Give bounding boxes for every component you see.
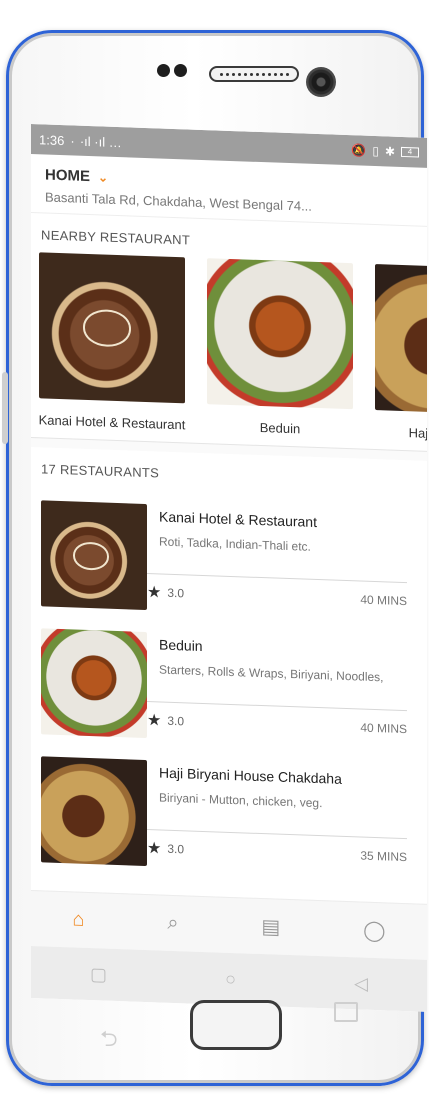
restaurant-row[interactable]: Haji Biryani House Chakdaha Biriyani - M…	[31, 742, 427, 884]
restaurant-name[interactable]: Kanai Hotel & Restaurant	[159, 508, 417, 533]
earpiece-speaker	[209, 66, 299, 82]
hardware-home-button[interactable]	[190, 1000, 282, 1050]
restaurant-row[interactable]: Kanai Hotel & Restaurant Roti, Tadka, In…	[31, 486, 427, 628]
delivery-time: 40 MINS	[360, 592, 407, 609]
sensor-dot	[174, 64, 187, 77]
star-icon: ★	[147, 712, 162, 730]
restaurant-image[interactable]	[41, 756, 147, 867]
hardware-back-icon[interactable]: ⮌	[100, 1022, 118, 1060]
nearby-name: Haji Biryani H	[408, 425, 427, 443]
restaurant-rating: 3.0	[167, 585, 185, 601]
restaurant-image[interactable]	[375, 264, 427, 416]
restaurant-name[interactable]: Haji Biryani House Chakdaha	[159, 764, 417, 789]
restaurant-rating: 3.0	[167, 841, 185, 857]
restaurant-name[interactable]: Beduin	[159, 636, 417, 661]
nearby-name: Kanai Hotel & Restaurant	[38, 412, 186, 433]
restaurant-cuisine: Biriyani - Mutton, chicken, veg.	[159, 790, 323, 811]
nearby-carousel[interactable]: Kanai Hotel & Restaurant Beduin Haji Bir…	[31, 252, 427, 444]
restaurant-cuisine: Starters, Rolls & Wraps, Biriyani, Noodl…	[159, 662, 384, 685]
vibrate-icon: ▯	[372, 143, 379, 159]
nearby-card[interactable]: Beduin	[205, 258, 355, 438]
restaurant-image[interactable]	[39, 252, 185, 404]
location-title[interactable]: HOME	[45, 166, 90, 185]
delivery-time: 35 MINS	[360, 848, 407, 865]
signal-icon: · ·ıl ·ıl …	[70, 132, 122, 150]
restaurant-row[interactable]: Beduin Starters, Rolls & Wraps, Biriyani…	[31, 614, 427, 756]
delivery-time: 40 MINS	[360, 720, 407, 737]
nearby-name: Beduin	[259, 419, 301, 437]
search-icon[interactable]: ⌕	[167, 912, 178, 935]
battery-icon: 4	[401, 146, 419, 158]
restaurant-cuisine: Roti, Tadka, Indian-Thali etc.	[159, 534, 311, 554]
nearby-card[interactable]: Kanai Hotel & Restaurant	[37, 252, 187, 432]
app-screen: 1:36 · ·ıl ·ıl … 🔕 ▯ ✱ 4 HOME ⌄ Basanti …	[31, 124, 427, 1012]
restaurant-image[interactable]	[207, 258, 353, 410]
mute-icon: 🔕	[351, 143, 367, 158]
back-triangle-icon[interactable]: ◁	[354, 973, 368, 994]
star-icon: ★	[147, 840, 162, 858]
user-icon[interactable]: ◯	[363, 918, 385, 944]
home-icon[interactable]: ⌂	[72, 908, 84, 931]
restaurant-image[interactable]	[41, 628, 147, 739]
sensor-dot	[157, 64, 170, 77]
front-camera	[306, 67, 336, 97]
chevron-down-icon[interactable]: ⌄	[98, 170, 108, 184]
restaurant-image[interactable]	[41, 500, 147, 611]
nearby-card[interactable]: Haji Biryani H	[373, 264, 427, 444]
bluetooth-icon: ✱	[384, 144, 395, 159]
receipt-icon[interactable]: ▤	[261, 914, 280, 940]
volume-button	[2, 372, 8, 444]
home-circle-icon[interactable]: ○	[225, 968, 236, 989]
star-icon: ★	[147, 584, 162, 602]
status-time: 1:36	[39, 131, 65, 148]
recents-icon[interactable]: ▢	[90, 964, 107, 986]
hardware-recents-icon[interactable]	[334, 1002, 358, 1022]
restaurant-rating: 3.0	[167, 713, 185, 729]
